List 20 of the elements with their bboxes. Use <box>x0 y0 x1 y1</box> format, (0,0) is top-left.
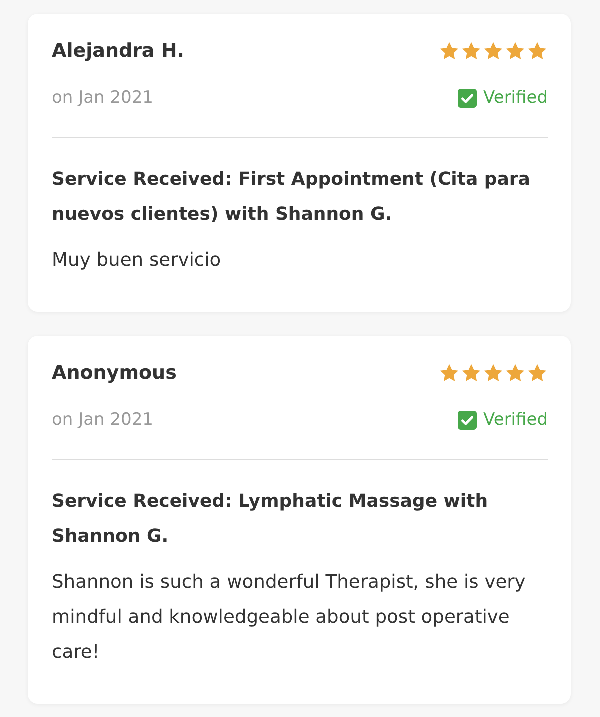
review-date: on Jan 2021 <box>52 88 154 108</box>
star-icon <box>505 40 526 62</box>
service-text: Service Received: First Appointment (Cita para nuevos clientes) with Shannon G. <box>52 168 532 227</box>
star-icon <box>483 362 504 384</box>
star-icon <box>461 40 482 62</box>
star-icon <box>505 362 526 384</box>
star-icon <box>461 362 482 384</box>
verified-label: Verified <box>484 410 548 430</box>
star-icon <box>527 40 548 62</box>
review-date: on Jan 2021 <box>52 410 154 430</box>
reviewer-name: Anonymous <box>52 362 177 384</box>
star-icon <box>527 362 548 384</box>
star-icon <box>439 362 460 384</box>
reviewer-name: Alejandra H. <box>52 40 184 62</box>
verified-label: Verified <box>484 88 548 108</box>
service-text: Service Received: Lymphatic Massage with Shannon G. <box>52 490 490 549</box>
star-icon <box>439 40 460 62</box>
review-text: Shannon is such a wonderful Therapist, she is very mindful and knowledgeable about post operative care! <box>52 571 527 665</box>
review-text: Muy buen servicio <box>52 249 222 273</box>
star-icon <box>483 40 504 62</box>
